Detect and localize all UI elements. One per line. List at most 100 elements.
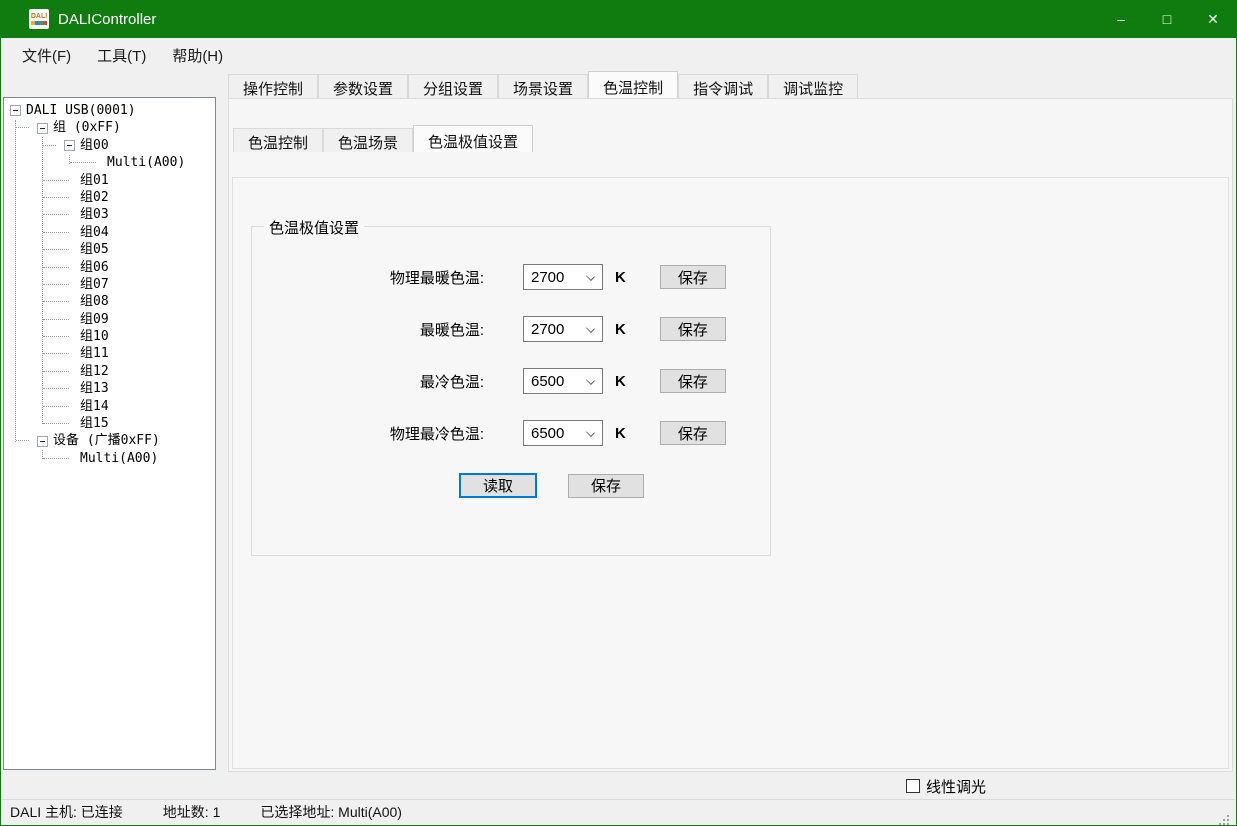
tree-node-label: 组00 bbox=[80, 137, 109, 154]
statusbar: DALI 主机: 已连接 地址数: 1 已选择地址: Multi(A00) bbox=[2, 799, 1235, 824]
chevron-down-icon[interactable] bbox=[586, 272, 595, 281]
tree-expander-icon[interactable] bbox=[64, 140, 75, 151]
form-row-warmest-cct: 最暖色温:2700K保存 bbox=[252, 303, 770, 355]
tree-node-13[interactable]: 组10 bbox=[4, 328, 215, 345]
label-warmest-cct: 最暖色温: bbox=[252, 319, 484, 340]
tree-node-label: 组01 bbox=[80, 172, 109, 189]
tab-main-4[interactable]: 色温控制 bbox=[588, 71, 678, 98]
label-physical-warmest-cct: 物理最暖色温: bbox=[252, 267, 484, 288]
tree-connector bbox=[43, 214, 69, 215]
tab-main-6[interactable]: 调试监控 bbox=[768, 74, 858, 98]
tab-main-1[interactable]: 参数设置 bbox=[318, 74, 408, 98]
tree-node-14[interactable]: 组11 bbox=[4, 345, 215, 362]
tab-main-2[interactable]: 分组设置 bbox=[408, 74, 498, 98]
save-button-physical-warmest-cct[interactable]: 保存 bbox=[660, 265, 726, 289]
label-coolest-cct: 最冷色温: bbox=[252, 371, 484, 392]
tree-node-label: 组02 bbox=[80, 189, 109, 206]
tree-node-12[interactable]: 组09 bbox=[4, 311, 215, 328]
save-button-warmest-cct[interactable]: 保存 bbox=[660, 317, 726, 341]
resize-grip-icon[interactable] bbox=[1219, 815, 1221, 817]
tree-node-label: 组05 bbox=[80, 241, 109, 258]
combo-coolest-cct[interactable]: 6500 bbox=[523, 368, 603, 394]
menu-help[interactable]: 帮助(H) bbox=[159, 39, 236, 72]
tree-node-3[interactable]: Multi(A00) bbox=[4, 154, 215, 171]
save-button-coolest-cct[interactable]: 保存 bbox=[660, 369, 726, 393]
tree-node-label: 组14 bbox=[80, 398, 109, 415]
tree-node-7[interactable]: 组04 bbox=[4, 224, 215, 241]
chevron-down-icon[interactable] bbox=[586, 324, 595, 333]
tree-expander-icon[interactable] bbox=[37, 436, 48, 447]
tab-sub-2[interactable]: 色温极值设置 bbox=[413, 125, 533, 152]
save-button-physical-coolest-cct[interactable]: 保存 bbox=[660, 421, 726, 445]
tree-node-label: 组15 bbox=[80, 415, 109, 432]
menu-file[interactable]: 文件(F) bbox=[9, 39, 84, 72]
unit-label: K bbox=[615, 373, 626, 390]
tree-node-label: 设备 (广播0xFF) bbox=[53, 432, 160, 449]
main-tab-pane: 色温控制色温场景色温极值设置 色温极值设置 物理最暖色温:2700K保存最暖色温… bbox=[228, 98, 1233, 772]
groupbox-title: 色温极值设置 bbox=[264, 217, 364, 238]
chevron-down-icon[interactable] bbox=[586, 376, 595, 385]
tab-main-0[interactable]: 操作控制 bbox=[228, 74, 318, 98]
tree-node-4[interactable]: 组01 bbox=[4, 172, 215, 189]
maximize-button[interactable]: □ bbox=[1144, 0, 1190, 38]
tree-node-19[interactable]: 设备 (广播0xFF) bbox=[4, 432, 215, 449]
app-window: DALI DALIController – □ ✕ 文件(F) 工具(T) 帮助… bbox=[0, 0, 1237, 826]
combo-physical-warmest-cct[interactable]: 2700 bbox=[523, 264, 603, 290]
combo-warmest-cct[interactable]: 2700 bbox=[523, 316, 603, 342]
tree-node-11[interactable]: 组08 bbox=[4, 293, 215, 310]
tree-node-label: 组03 bbox=[80, 206, 109, 223]
linear-dimming-checkbox[interactable] bbox=[906, 779, 920, 793]
unit-label: K bbox=[615, 269, 626, 286]
tree-node-1[interactable]: 组 (0xFF) bbox=[4, 119, 215, 136]
tree-node-9[interactable]: 组06 bbox=[4, 259, 215, 276]
status-selected-address: 已选择地址: Multi(A00) bbox=[260, 802, 402, 822]
tree-node-16[interactable]: 组13 bbox=[4, 380, 215, 397]
tree-node-2[interactable]: 组00 bbox=[4, 137, 215, 154]
maximize-icon: □ bbox=[1163, 12, 1171, 26]
tree-node-18[interactable]: 组15 bbox=[4, 415, 215, 432]
tree-connector bbox=[16, 440, 29, 441]
tab-area: 操作控制参数设置分组设置场景设置色温控制指令调试调试监控 色温控制色温场景色温极… bbox=[228, 74, 1233, 772]
linear-dimming-label[interactable]: 线性调光 bbox=[926, 776, 986, 797]
tree-connector bbox=[43, 423, 69, 424]
menubar: 文件(F) 工具(T) 帮助(H) bbox=[1, 38, 1236, 72]
tree-expander-icon[interactable] bbox=[10, 105, 21, 116]
tree-connector bbox=[43, 458, 69, 459]
cct-extremes-groupbox: 色温极值设置 物理最暖色温:2700K保存最暖色温:2700K保存最冷色温:65… bbox=[251, 226, 771, 556]
tree-node-10[interactable]: 组07 bbox=[4, 276, 215, 293]
chevron-down-icon[interactable] bbox=[586, 428, 595, 437]
tree-connector bbox=[43, 406, 69, 407]
tree-node-8[interactable]: 组05 bbox=[4, 241, 215, 258]
tree-connector bbox=[43, 301, 69, 302]
form-row-physical-coolest-cct: 物理最冷色温:6500K保存 bbox=[252, 407, 770, 459]
tab-sub-1[interactable]: 色温场景 bbox=[323, 128, 413, 152]
tree-expander-icon[interactable] bbox=[37, 123, 48, 134]
tree-node-5[interactable]: 组02 bbox=[4, 189, 215, 206]
linear-dimming-row: 线性调光 bbox=[1, 772, 1236, 800]
tree-node-15[interactable]: 组12 bbox=[4, 363, 215, 380]
tree-connector bbox=[43, 371, 69, 372]
minimize-icon: – bbox=[1117, 12, 1125, 26]
tree-node-6[interactable]: 组03 bbox=[4, 206, 215, 223]
titlebar: DALI DALIController – □ ✕ bbox=[1, 0, 1236, 38]
tree-node-17[interactable]: 组14 bbox=[4, 398, 215, 415]
menu-tools[interactable]: 工具(T) bbox=[84, 39, 159, 72]
tree-node-label: 组08 bbox=[80, 293, 109, 310]
tab-main-3[interactable]: 场景设置 bbox=[498, 74, 588, 98]
read-button[interactable]: 读取 bbox=[459, 473, 537, 498]
combo-physical-coolest-cct[interactable]: 6500 bbox=[523, 420, 603, 446]
tab-main-5[interactable]: 指令调试 bbox=[678, 74, 768, 98]
combo-value: 6500 bbox=[531, 373, 564, 390]
app-icon-letters: DALI bbox=[31, 13, 47, 21]
tree-node-label: Multi(A00) bbox=[80, 450, 158, 467]
save-all-button[interactable]: 保存 bbox=[568, 474, 644, 498]
close-icon: ✕ bbox=[1207, 12, 1219, 26]
form-row-physical-warmest-cct: 物理最暖色温: 2700 K 保存 bbox=[252, 251, 770, 303]
tab-sub-0[interactable]: 色温控制 bbox=[233, 128, 323, 152]
tree-node-20[interactable]: Multi(A00) bbox=[4, 450, 215, 467]
minimize-button[interactable]: – bbox=[1098, 0, 1144, 38]
status-host-connection: DALI 主机: 已连接 bbox=[10, 802, 123, 822]
tree-connector bbox=[43, 336, 69, 337]
close-button[interactable]: ✕ bbox=[1190, 0, 1236, 38]
tree-node-0[interactable]: DALI USB(0001) bbox=[4, 102, 215, 119]
